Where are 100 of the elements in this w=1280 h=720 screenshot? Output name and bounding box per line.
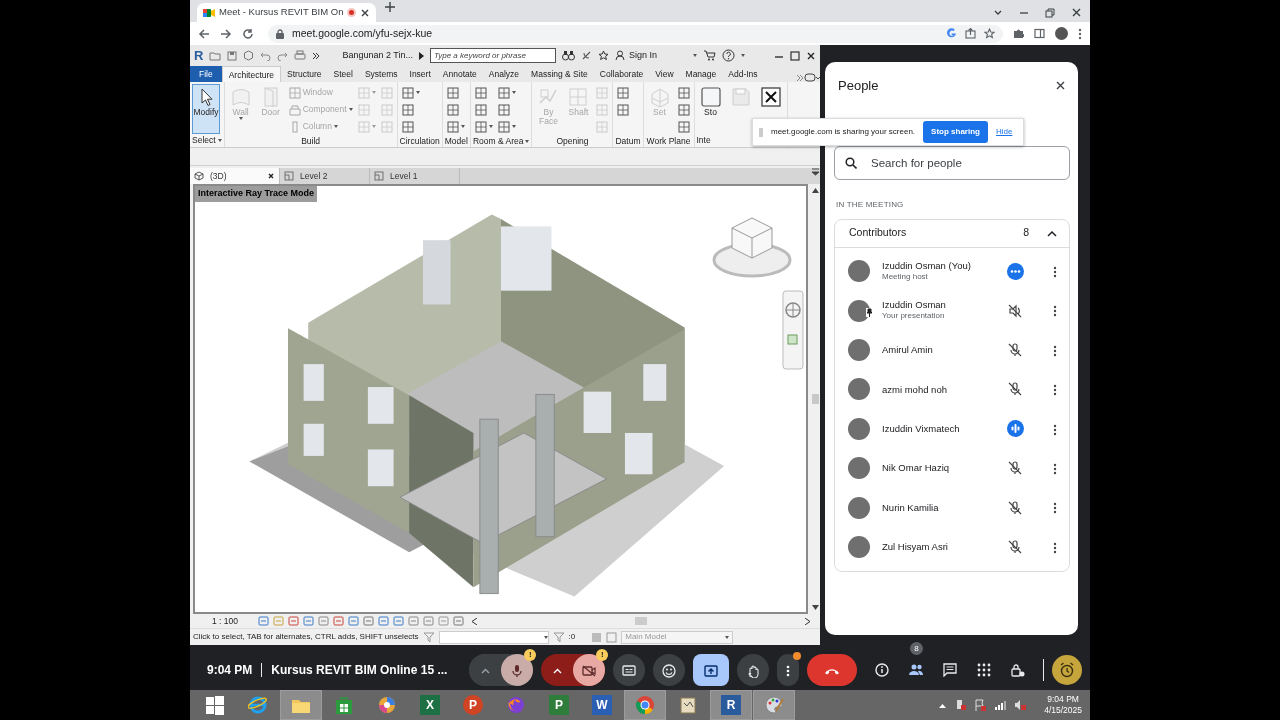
- speaker-muted-icon[interactable]: [1014, 699, 1027, 711]
- view-control-icon[interactable]: [393, 616, 404, 626]
- view-control-icon[interactable]: [423, 616, 434, 626]
- more-icon[interactable]: [1053, 502, 1057, 515]
- stop-sharing-button[interactable]: Stop sharing: [923, 121, 988, 143]
- ribbon-icon-button[interactable]: [675, 118, 692, 135]
- more-icon[interactable]: [1053, 344, 1057, 357]
- toggle-icon[interactable]: [591, 631, 603, 643]
- present-button[interactable]: [693, 654, 730, 686]
- new-tab-icon[interactable]: [384, 0, 397, 13]
- taskbar-button[interactable]: X: [409, 690, 451, 720]
- ribbon-icon-button[interactable]: [495, 118, 518, 135]
- reload-icon[interactable]: [242, 27, 254, 40]
- more-options-button[interactable]: [777, 654, 800, 686]
- sidebar-icon[interactable]: [1034, 28, 1045, 39]
- ribbon-icon-button[interactable]: [615, 84, 632, 101]
- scroll-right-icon[interactable]: [805, 617, 810, 625]
- reactions-button[interactable]: [653, 654, 686, 686]
- panel-toggle-icon[interactable]: [804, 73, 820, 82]
- help-icon[interactable]: [722, 49, 735, 62]
- redo-icon[interactable]: [277, 50, 289, 61]
- ribbon-icon-button[interactable]: [399, 84, 422, 101]
- scroll-left-icon[interactable]: [472, 617, 477, 625]
- play-icon[interactable]: [418, 51, 424, 60]
- ribbon-icon-button[interactable]: [675, 101, 692, 118]
- view-control-icon[interactable]: [318, 616, 329, 626]
- tab-menu-icon[interactable]: [811, 168, 820, 176]
- taskbar-button[interactable]: P: [538, 690, 580, 720]
- flag-error-icon[interactable]: [974, 699, 987, 711]
- more-icon[interactable]: [1053, 384, 1057, 397]
- close-icon[interactable]: [806, 50, 816, 61]
- view-control-icon[interactable]: [288, 616, 299, 626]
- undo-icon[interactable]: [260, 50, 272, 61]
- filter-icon[interactable]: [552, 631, 565, 643]
- ribbon-tab[interactable]: Steel: [327, 66, 359, 82]
- search-field[interactable]: Search for people: [834, 145, 1070, 180]
- taskbar-button[interactable]: [280, 690, 322, 720]
- close-icon[interactable]: [267, 172, 275, 180]
- close-icon[interactable]: [1055, 80, 1066, 92]
- caret-icon[interactable]: [525, 139, 530, 143]
- star-icon[interactable]: [597, 50, 609, 61]
- restore-icon[interactable]: [1045, 7, 1055, 18]
- filter-icon[interactable]: [422, 631, 435, 643]
- close-icon[interactable]: [360, 7, 371, 18]
- view-control-icon[interactable]: [303, 616, 314, 626]
- more-icon[interactable]: [1078, 27, 1082, 40]
- raise-hand-button[interactable]: [737, 654, 770, 686]
- more-icon[interactable]: [1053, 305, 1057, 318]
- star-icon[interactable]: [984, 28, 995, 39]
- timer-button[interactable]: [1052, 655, 1082, 685]
- caret-icon[interactable]: [217, 139, 222, 143]
- back-icon[interactable]: [198, 27, 210, 40]
- g-letter-icon[interactable]: [946, 28, 957, 39]
- print-icon[interactable]: [294, 50, 307, 61]
- ribbon-tab[interactable]: Insert: [403, 66, 437, 82]
- camera-button[interactable]: [573, 654, 606, 686]
- signal-icon[interactable]: [994, 700, 1007, 710]
- taskbar-button[interactable]: R: [710, 690, 752, 720]
- folder-icon[interactable]: [209, 50, 222, 61]
- ribbon-icon-button[interactable]: [495, 84, 518, 101]
- ribbon-tab[interactable]: Annotate: [436, 66, 483, 82]
- view-control-icon[interactable]: [258, 616, 269, 626]
- ribbon-tab[interactable]: File: [190, 66, 222, 82]
- document-tab[interactable]: (3D): [190, 168, 280, 184]
- contributors-header[interactable]: Contributors 8: [835, 219, 1069, 248]
- ribbon-tab[interactable]: View: [649, 66, 680, 82]
- view-control-icon[interactable]: [378, 616, 389, 626]
- hide-link[interactable]: Hide: [995, 126, 1013, 138]
- save-icon[interactable]: [227, 50, 238, 61]
- more-icon[interactable]: [1053, 423, 1057, 436]
- mic-button[interactable]: [501, 654, 534, 686]
- ribbon-icon-button[interactable]: [444, 118, 467, 135]
- ribbon-tab[interactable]: Add-Ins: [722, 66, 764, 82]
- address-bar[interactable]: meet.google.com/yfu-sejx-kue: [268, 24, 1003, 43]
- ribbon-tab[interactable]: Architecture: [221, 66, 282, 82]
- maximize-icon[interactable]: [790, 50, 800, 61]
- navigation-bar-icon[interactable]: [782, 290, 804, 370]
- view-control-icon[interactable]: [453, 616, 464, 626]
- scroll-thumb[interactable]: [811, 394, 819, 404]
- scroll-thumb[interactable]: [635, 617, 647, 625]
- view-control-icon[interactable]: [408, 616, 419, 626]
- taskbar-button[interactable]: P: [452, 690, 494, 720]
- more-icon[interactable]: [1053, 462, 1057, 475]
- more-icon[interactable]: [1053, 541, 1057, 554]
- ribbon-tab[interactable]: Collaborate: [593, 66, 650, 82]
- scroll-down-icon[interactable]: [811, 605, 819, 610]
- taskbar-button[interactable]: W: [581, 690, 623, 720]
- tray-expand-icon[interactable]: [939, 702, 947, 708]
- cube-icon[interactable]: [243, 50, 255, 61]
- ribbon-icon-button[interactable]: [472, 118, 495, 135]
- more-icon[interactable]: [1053, 265, 1057, 278]
- binoculars-icon[interactable]: [561, 50, 575, 61]
- view-control-icon[interactable]: [333, 616, 344, 626]
- captions-button[interactable]: [613, 654, 646, 686]
- sign-in-button[interactable]: Sign In: [614, 48, 657, 63]
- ribbon-icon-button[interactable]: [615, 101, 632, 118]
- drag-handle-icon[interactable]: [759, 127, 763, 137]
- view-control-icon[interactable]: [348, 616, 359, 626]
- view-control-icon[interactable]: [438, 616, 449, 626]
- ribbon-tab[interactable]: Manage: [679, 66, 723, 82]
